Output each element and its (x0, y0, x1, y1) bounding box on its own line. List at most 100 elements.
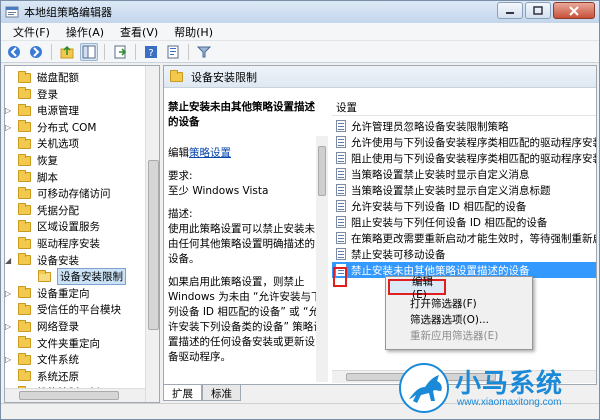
tree-item-label: 设备安装 (37, 254, 79, 267)
up-icon (60, 45, 74, 58)
folder-icon (18, 253, 31, 266)
tree-item-label: 网络登录 (37, 321, 79, 333)
policy-setting-row[interactable]: 禁止安装可移动设备 (332, 246, 596, 262)
tab-extended[interactable]: 扩展 (163, 385, 202, 401)
policy-setting-label: 禁止安装可移动设备 (351, 248, 446, 261)
menu-file[interactable]: 文件(F) (5, 24, 58, 40)
title-bar: 本地组策略编辑器 (1, 1, 599, 23)
back-button[interactable] (5, 43, 23, 61)
properties-button[interactable] (164, 43, 182, 61)
tree-item[interactable]: ▷ 电源管理 (5, 103, 79, 118)
policy-setting-row[interactable]: 阻止安装与下列任何设备 ID 相匹配的设备 (332, 214, 596, 230)
tree-item[interactable]: ▷ 文件系统 (5, 352, 79, 367)
policy-description: 禁止安装未由其他策略设置描述的设备 编辑策略设置 要求: 至少 Windows … (168, 100, 324, 373)
policy-setting-icon (336, 200, 346, 212)
policy-setting-icon (336, 232, 346, 244)
tree-item-label: 文件夹重定向 (37, 337, 100, 350)
maximize-button[interactable] (525, 2, 551, 19)
minimize-button[interactable] (497, 2, 523, 19)
tree-item-label: 受信任的平台模块 (37, 304, 121, 317)
tree-item[interactable]: ▷ 网络登录 (5, 319, 79, 334)
tree-item-label: 关机选项 (37, 138, 79, 151)
folder-icon (18, 153, 31, 166)
tab-standard[interactable]: 标准 (202, 385, 241, 401)
tree-item[interactable]: 关机选项 (5, 136, 79, 151)
requirements-value: 至少 Windows Vista (168, 185, 269, 197)
folder-icon (18, 70, 31, 83)
context-edit[interactable]: 编辑(E) (388, 276, 446, 301)
export-button[interactable] (111, 43, 129, 61)
edit-policy-link[interactable]: 策略设置 (189, 147, 231, 159)
tree-item[interactable]: ◢ 设备安装 (5, 253, 79, 268)
description: 描述: 使用此策略设置可以禁止安装未由任何其他策略设置明确描述的设备。 (168, 207, 324, 267)
policy-setting-row[interactable]: 阻止使用与下列设备安装程序类相匹配的驱动程序安装设备 (332, 150, 596, 166)
tree-item-label: 区域设置服务 (37, 221, 100, 234)
tree-item[interactable]: 驱动程序安装 (5, 236, 100, 251)
tree-item[interactable]: ▷ 设备重定向 (5, 286, 90, 301)
forward-button[interactable] (27, 43, 45, 61)
tree-hscroll-thumb[interactable] (19, 391, 119, 400)
tree-item[interactable]: 登录 (5, 87, 58, 102)
tree-vscrollbar[interactable] (145, 66, 159, 402)
tree-item[interactable]: 恢复 (5, 153, 58, 168)
description-scrollbar[interactable] (316, 136, 328, 382)
menu-view[interactable]: 查看(V) (112, 24, 166, 40)
back-icon (8, 45, 20, 58)
show-tree-button[interactable] (80, 42, 98, 61)
folder-icon (18, 136, 31, 149)
close-button[interactable] (553, 2, 595, 19)
folder-icon (18, 352, 31, 365)
description-label: 描述: (168, 208, 193, 220)
policy-tree[interactable]: 磁盘配额登录 ▷ 电源管理 ▷ 分布式 COM 关机选项恢复脚本可移动存储访问 凭据分配区域… (4, 65, 160, 403)
tree-expander-icon[interactable]: ▷ (5, 322, 14, 331)
tree-expander-icon[interactable]: ▷ (5, 355, 14, 364)
tree-item[interactable]: 脚本 (5, 170, 58, 185)
policy-setting-row[interactable]: 当策略设置禁止安装时显示自定义消息标题 (332, 182, 596, 198)
filter-button[interactable] (195, 43, 213, 61)
view-tabs: 扩展 标准 (163, 385, 241, 401)
tree-item-label: 凭据分配 (37, 204, 79, 217)
tree-item[interactable]: 受信任的平台模块 (5, 302, 121, 317)
tree-expander-icon[interactable]: ▷ (5, 106, 14, 115)
up-button[interactable] (58, 43, 76, 61)
tree-expander-icon[interactable]: ▷ (5, 123, 14, 132)
folder-icon (38, 269, 51, 282)
tree-item[interactable]: 设备安装限制 (5, 268, 126, 286)
menu-help[interactable]: 帮助(H) (166, 24, 221, 40)
folder-icon (18, 302, 31, 315)
settings-column-header[interactable]: 设置 (332, 100, 596, 116)
properties-icon (167, 45, 179, 58)
folder-icon (18, 170, 31, 183)
tree-item-label: 可移动存储访问 (37, 188, 111, 201)
tree-item[interactable]: 文件夹重定向 (5, 336, 100, 351)
policy-setting-icon (336, 248, 346, 260)
tree-item[interactable]: 区域设置服务 (5, 219, 100, 234)
help-icon: ? (145, 45, 157, 59)
context-menu: 编辑(E) 打开筛选器(F) 筛选器选项(O)... 重新应用筛选器(E) (385, 276, 533, 350)
policy-setting-row[interactable]: 允许使用与下列设备安装程序类相匹配的驱动程序安装设备 (332, 134, 596, 150)
policy-setting-label: 允许使用与下列设备安装程序类相匹配的驱动程序安装设备 (351, 136, 596, 149)
maximize-icon (533, 6, 543, 15)
edit-prefix: 编辑 (168, 147, 189, 159)
tree-item[interactable]: 凭据分配 (5, 203, 79, 218)
policy-setting-row[interactable]: 在策略更改需要重新启动才能生效时，等待强制重新启动的 (332, 230, 596, 246)
tree-hscrollbar[interactable] (5, 388, 145, 402)
horse-logo-icon (399, 363, 449, 413)
help-button[interactable]: ? (142, 43, 160, 61)
window-title: 本地组策略编辑器 (24, 6, 112, 19)
tree-item[interactable]: 可移动存储访问 (5, 186, 111, 201)
tree-item[interactable]: 系统还原 (5, 369, 79, 384)
description-scroll-thumb[interactable] (318, 146, 326, 196)
tree-expander-icon[interactable]: ▷ (5, 289, 14, 298)
policy-setting-row[interactable]: 允许安装与下列设备 ID 相匹配的设备 (332, 198, 596, 214)
context-open-filter[interactable]: 打开筛选器(F) (388, 295, 530, 311)
context-filter-options[interactable]: 筛选器选项(O)... (388, 311, 530, 327)
policy-setting-row[interactable]: 当策略设置禁止安装时显示自定义消息 (332, 166, 596, 182)
menu-action[interactable]: 操作(A) (58, 24, 112, 40)
tree-expander-icon[interactable]: ◢ (5, 256, 14, 265)
tree-item[interactable]: 磁盘配额 (5, 70, 79, 85)
tree-vscroll-thumb[interactable] (148, 160, 159, 330)
tree-item[interactable]: ▷ 分布式 COM (5, 120, 97, 135)
policy-title: 禁止安装未由其他策略设置描述的设备 (168, 101, 315, 128)
policy-setting-row[interactable]: 允许管理员忽略设备安装限制策略 (332, 118, 596, 134)
